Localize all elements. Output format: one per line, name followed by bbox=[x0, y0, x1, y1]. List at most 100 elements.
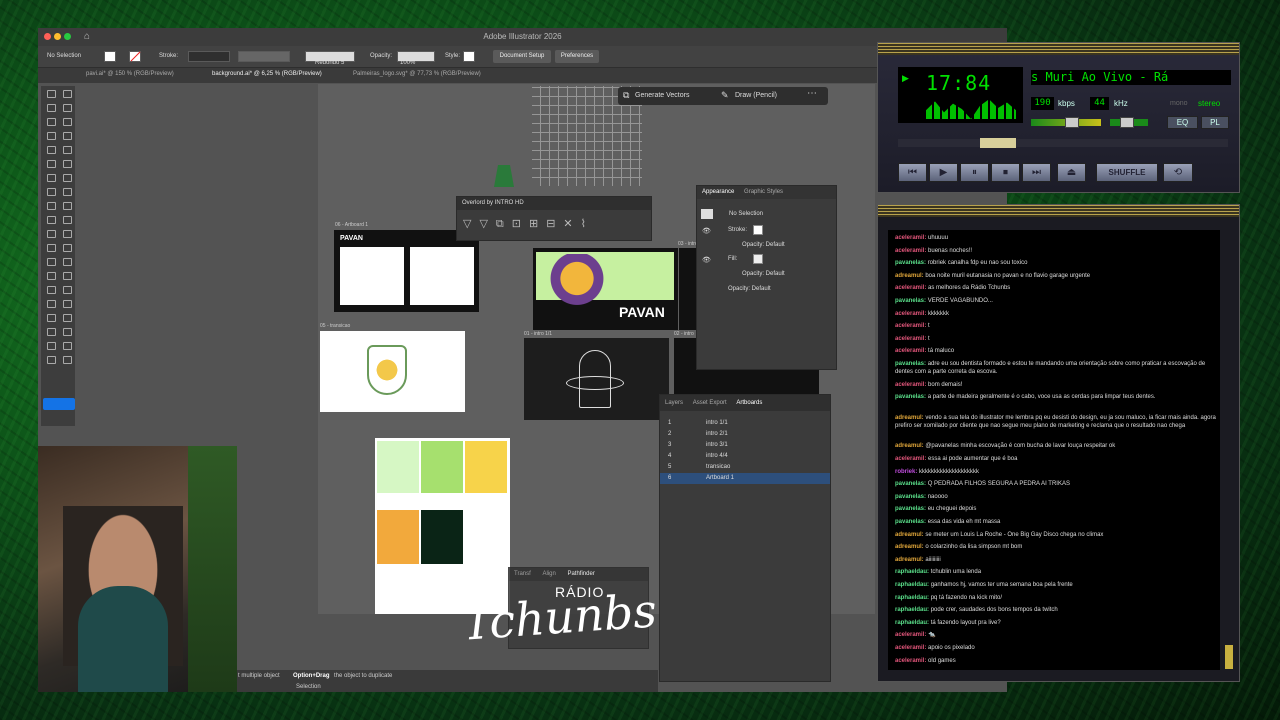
eject-button[interactable]: ⏏ bbox=[1057, 163, 1086, 182]
track-time[interactable]: 17:84 bbox=[926, 71, 991, 95]
tool-icon[interactable] bbox=[63, 230, 72, 238]
zoom-button[interactable] bbox=[64, 33, 71, 40]
fill-swatch[interactable] bbox=[753, 254, 763, 264]
stroke-none-swatch[interactable] bbox=[753, 225, 763, 235]
close-button[interactable] bbox=[44, 33, 51, 40]
repeat-button[interactable]: ⟲ bbox=[1163, 163, 1193, 182]
spectrum-visualizer[interactable] bbox=[926, 99, 1016, 119]
chat-username[interactable]: aceleramil: bbox=[895, 645, 928, 651]
preferences-button[interactable]: Preferences bbox=[555, 50, 599, 63]
track-title[interactable]: s Muri Ao Vivo - Rá bbox=[1031, 70, 1231, 85]
tool-icon[interactable] bbox=[63, 300, 72, 308]
tool-icon[interactable] bbox=[63, 118, 72, 126]
tool-icon[interactable] bbox=[47, 202, 56, 210]
chat-username[interactable]: aceleramil: bbox=[895, 311, 928, 317]
tool-icon[interactable] bbox=[47, 118, 56, 126]
eye-icon[interactable]: 👁 bbox=[702, 227, 711, 235]
current-tool[interactable]: Selection bbox=[296, 684, 321, 690]
chat-username[interactable]: aceleramil: bbox=[895, 348, 928, 354]
chat-username[interactable]: aceleramil: bbox=[895, 658, 928, 664]
chat-username[interactable]: pavanelas: bbox=[895, 260, 928, 266]
chat-username[interactable]: pavanelas: bbox=[895, 506, 928, 512]
tool-icon[interactable] bbox=[63, 244, 72, 252]
tool-icon[interactable] bbox=[47, 90, 56, 98]
seek-bar[interactable] bbox=[898, 138, 1228, 148]
tab-pavi[interactable]: pavi.ai* @ 150 % (RGB/Preview) bbox=[86, 71, 174, 77]
chat-username[interactable]: raphaeldau: bbox=[895, 620, 931, 626]
chat-username[interactable]: pavanelas: bbox=[895, 394, 928, 400]
artboard-row[interactable]: 6 Artboard 1 bbox=[660, 473, 830, 484]
tool-icon[interactable] bbox=[63, 258, 72, 266]
stroke-swatch[interactable] bbox=[129, 51, 141, 62]
chat-scrollbar[interactable] bbox=[1225, 645, 1233, 669]
overlord-tool-icons[interactable]: ▽▽⧉⊡⊞⊟✕⌇ bbox=[463, 217, 594, 231]
chat-username[interactable]: aceleramil: bbox=[895, 382, 928, 388]
tool-icon[interactable] bbox=[47, 104, 56, 112]
chat-username[interactable]: pavanelas: bbox=[895, 361, 928, 367]
tool-icon[interactable] bbox=[47, 188, 56, 196]
draw-pencil-button[interactable]: Draw (Pencil) bbox=[735, 92, 777, 99]
stop-button[interactable]: ⏹ bbox=[991, 163, 1020, 182]
tool-icon[interactable] bbox=[47, 146, 56, 154]
shuffle-button[interactable]: SHUFFLE bbox=[1096, 163, 1158, 182]
chat-messages[interactable]: aceleramil: uhuuuu aceleramil: buenas noc… bbox=[888, 230, 1220, 670]
chat-titlebar[interactable] bbox=[878, 205, 1239, 217]
chat-username[interactable]: aceleramil: bbox=[895, 456, 928, 462]
winamp-titlebar[interactable] bbox=[878, 43, 1239, 55]
tool-icon[interactable] bbox=[63, 146, 72, 154]
chat-username[interactable]: pavanelas: bbox=[895, 494, 928, 500]
tool-icon[interactable] bbox=[63, 174, 72, 182]
chat-username[interactable]: pavanelas: bbox=[895, 298, 928, 304]
tab-background[interactable]: background.ai* @ 6,25 % (RGB/Preview) bbox=[212, 71, 322, 77]
artboard-06[interactable]: PAVAN bbox=[334, 230, 479, 312]
tab-palmeiras-logo[interactable]: Palmeiras_logo.svg* @ 77,73 % (RGB/Previ… bbox=[353, 71, 481, 77]
next-button[interactable]: ⏭ bbox=[1022, 163, 1051, 182]
chat-username[interactable]: raphaeldau: bbox=[895, 595, 931, 601]
chat-username[interactable]: pavanelas: bbox=[895, 519, 928, 525]
play-button[interactable]: ▶ bbox=[929, 163, 958, 182]
chat-username[interactable]: aceleramil: bbox=[895, 235, 928, 241]
tool-icon[interactable] bbox=[47, 160, 56, 168]
artboard-01[interactable] bbox=[524, 338, 669, 420]
eye-icon[interactable]: 👁 bbox=[702, 256, 711, 264]
tab-appearance[interactable]: Appearance bbox=[702, 189, 734, 195]
tool-icon[interactable] bbox=[47, 258, 56, 266]
tab-graphic-styles[interactable]: Graphic Styles bbox=[744, 189, 783, 195]
chat-username[interactable]: adreamul: bbox=[895, 415, 925, 421]
tool-icon[interactable] bbox=[47, 356, 56, 364]
chat-username[interactable]: robriek: bbox=[895, 469, 919, 475]
artboard-03[interactable] bbox=[679, 248, 696, 330]
artboard-row[interactable]: 1 intro 1/1 bbox=[660, 418, 830, 429]
tool-icon[interactable] bbox=[63, 90, 72, 98]
stroke-weight-field[interactable] bbox=[188, 51, 230, 62]
tool-icon[interactable] bbox=[63, 132, 72, 140]
eq-toggle[interactable]: EQ bbox=[1167, 116, 1198, 129]
chat-username[interactable]: adreamul: bbox=[895, 443, 925, 449]
style-swatch[interactable] bbox=[463, 51, 475, 62]
opacity-field[interactable]: 100% bbox=[397, 51, 435, 66]
tool-icon[interactable] bbox=[63, 342, 72, 350]
tool-icon[interactable] bbox=[63, 104, 72, 112]
tool-icon[interactable] bbox=[47, 328, 56, 336]
brush-select[interactable]: Redondo 5 bbox=[305, 51, 355, 66]
tool-icon[interactable] bbox=[47, 216, 56, 224]
artboard-pavan[interactable]: PAVAN bbox=[533, 248, 678, 330]
tool-icon[interactable] bbox=[47, 230, 56, 238]
fill-opacity[interactable]: Opacity: Default bbox=[742, 271, 785, 277]
artboard-05[interactable] bbox=[320, 331, 465, 412]
volume-slider[interactable] bbox=[1031, 117, 1101, 128]
chat-username[interactable]: adreamul: bbox=[895, 273, 925, 279]
more-options-icon[interactable]: ⋯ bbox=[807, 88, 817, 99]
home-icon[interactable]: ⌂ bbox=[84, 28, 90, 46]
tool-icon[interactable] bbox=[47, 300, 56, 308]
tab-asset-export[interactable]: Asset Export bbox=[693, 400, 727, 406]
fill-swatch[interactable] bbox=[104, 51, 116, 62]
tool-icon[interactable] bbox=[63, 286, 72, 294]
chat-username[interactable]: pavanelas: bbox=[895, 481, 928, 487]
artboard-row[interactable]: 2 intro 2/1 bbox=[660, 429, 830, 440]
chat-username[interactable]: aceleramil: bbox=[895, 248, 928, 254]
tool-icon[interactable] bbox=[47, 272, 56, 280]
tool-icon[interactable] bbox=[47, 132, 56, 140]
balance-slider[interactable] bbox=[1110, 117, 1148, 128]
tab-layers[interactable]: Layers bbox=[665, 400, 683, 406]
